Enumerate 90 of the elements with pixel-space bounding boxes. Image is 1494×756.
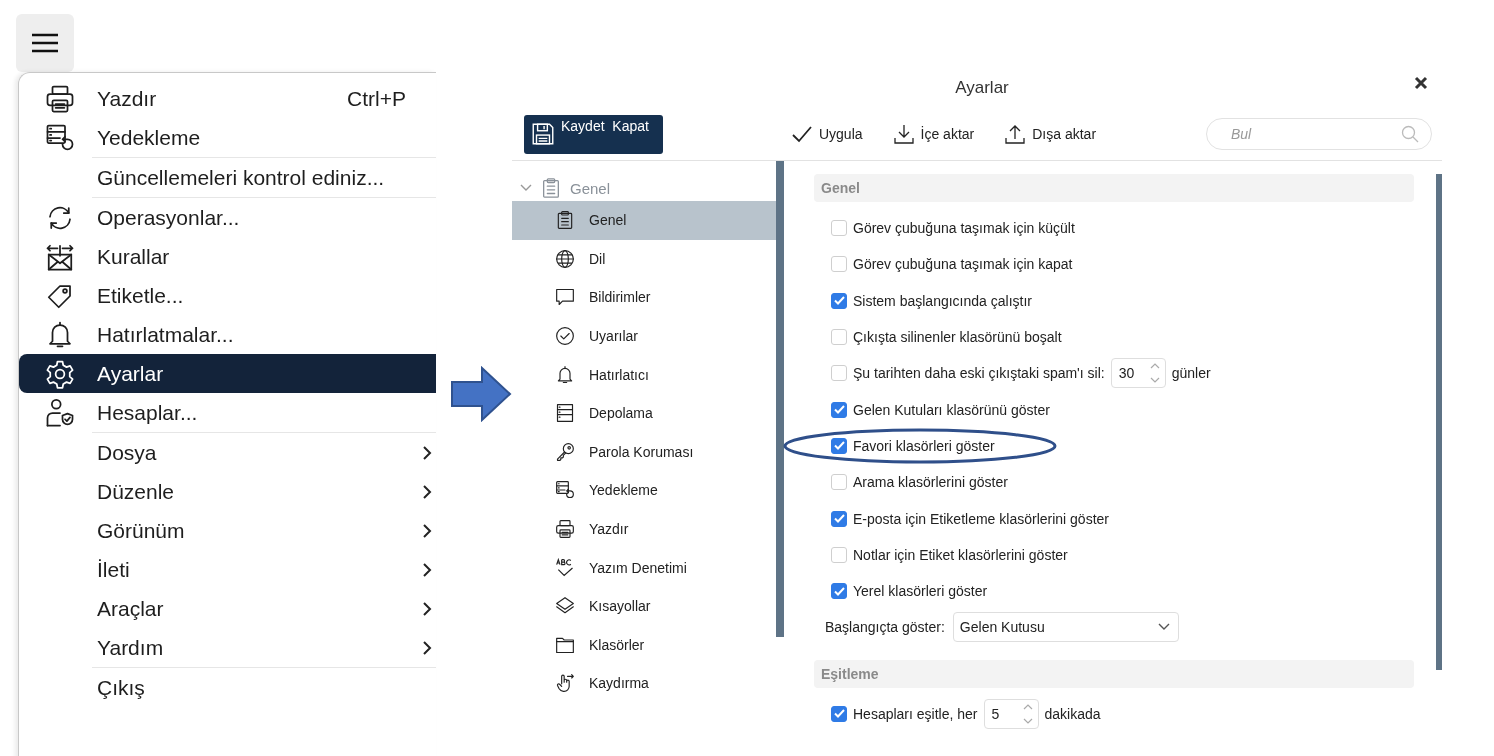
clipboard-icon xyxy=(540,177,562,199)
menu-item[interactable]: Yardım xyxy=(19,628,436,667)
option-label: Favori klasörleri göster xyxy=(853,437,995,454)
speech-bubble-icon xyxy=(555,287,575,308)
menu-item[interactable]: Görünüm xyxy=(19,511,436,550)
checkbox[interactable] xyxy=(831,705,847,722)
tree-item[interactable]: Depolama xyxy=(512,393,776,433)
tree-item[interactable]: Bildirimler xyxy=(512,278,776,317)
tree-item[interactable]: Dil xyxy=(512,239,776,279)
settings-icon xyxy=(45,358,75,389)
option-label: E-posta için Etiketleme klasörlerini göster xyxy=(853,510,1109,527)
save-close-button[interactable]: Kaydet Kapat xyxy=(524,114,663,154)
menu-item[interactable]: Dosya xyxy=(19,433,436,472)
tree-item[interactable]: Kaydırma xyxy=(512,664,776,703)
option-label: Çıkışta silinenler klasörünü boşalt xyxy=(853,329,1062,346)
option-label: Notlar için Etiket klasörlerini göster xyxy=(853,546,1068,563)
menu-item[interactable]: Güncellemeleri kontrol ediniz... xyxy=(19,158,436,197)
upload-icon xyxy=(1004,123,1027,145)
tree-item[interactable]: Parola Koruması xyxy=(512,432,776,472)
tree-item[interactable]: Klasörler xyxy=(512,625,776,665)
chevron-down-icon[interactable] xyxy=(520,184,532,192)
toolbar-button[interactable]: Dışa aktar xyxy=(1004,123,1097,145)
shortcut-label: Ctrl+P xyxy=(347,86,406,111)
dropdown[interactable]: Gelen Kutusu xyxy=(952,612,1179,643)
printer-icon xyxy=(45,83,75,114)
user-shield-icon xyxy=(45,397,75,428)
tree-item[interactable]: Genel xyxy=(512,201,776,240)
tree-item[interactable]: Yazım Denetimi xyxy=(512,548,776,587)
option-label: Şu tarihten daha eski çıkıştaki spam'ı sil: xyxy=(853,365,1105,382)
dialog-title: Ayarlar xyxy=(954,78,1009,98)
menu-item[interactable]: Düzenle xyxy=(19,472,436,511)
option-label: Arama klasörlerini göster xyxy=(853,474,1008,491)
clipboard-icon xyxy=(555,210,575,231)
option-label: Sistem başlangıcında çalıştır xyxy=(853,292,1032,309)
option-label: Görev çubuğuna taşımak için küçült xyxy=(853,220,1075,237)
search-icon xyxy=(1401,125,1419,143)
menu-item[interactable]: Kurallar xyxy=(19,237,436,276)
menu-item[interactable]: Operasyonlar... xyxy=(19,198,436,237)
menu-item[interactable]: Ayarlar xyxy=(19,354,436,393)
section-header: Genel xyxy=(814,174,1414,202)
option-label: Gelen Kutuları klasörünü göster xyxy=(853,401,1050,418)
chevron-down-icon xyxy=(1157,623,1170,632)
list-undo-icon xyxy=(555,480,575,501)
checkmark-icon xyxy=(790,124,813,144)
globe-icon xyxy=(555,248,575,269)
hand-pointer-icon xyxy=(555,673,575,694)
tree-item[interactable]: Kısayollar xyxy=(512,586,776,626)
tree-item[interactable]: Yedekleme xyxy=(512,471,776,510)
menu-item[interactable]: Hesaplar... xyxy=(19,393,436,432)
search-input[interactable]: Bul xyxy=(1229,125,1401,143)
tree-group-label: Genel xyxy=(570,179,611,197)
scrollbar[interactable] xyxy=(1436,174,1442,670)
option-label: Hesapları eşitle, her xyxy=(853,705,978,722)
list-undo-icon xyxy=(45,122,75,153)
menu-item[interactable]: Araçlar xyxy=(19,589,436,628)
spellcheck-icon xyxy=(555,557,575,578)
checkbox[interactable] xyxy=(831,292,847,309)
right-arrow-drawing xyxy=(450,366,512,422)
menu-item[interactable]: Yedekleme xyxy=(19,118,436,157)
tree-item[interactable]: Uyarılar xyxy=(512,316,776,356)
menu-item[interactable]: Etiketle... xyxy=(19,276,436,315)
unit-label: dakikada xyxy=(1044,705,1101,722)
check-circle-icon xyxy=(555,326,575,347)
checkbox[interactable] xyxy=(831,583,847,600)
menu-item[interactable]: Yazdır Ctrl+P xyxy=(19,79,436,118)
menu-item[interactable]: Çıkış xyxy=(19,668,436,707)
number-spinner[interactable]: 5 xyxy=(983,698,1039,729)
number-spinner[interactable]: 30 xyxy=(1110,358,1166,389)
tree-item[interactable]: Hatırlatıcı xyxy=(512,355,776,394)
checkbox[interactable] xyxy=(831,437,847,454)
scrollbar[interactable] xyxy=(776,161,784,637)
menu-item[interactable]: İleti xyxy=(19,550,436,589)
option-label: Yerel klasörleri göster xyxy=(853,583,988,600)
toolbar-button[interactable]: Uygula xyxy=(790,123,863,145)
option-label: Başlangıçta göster: xyxy=(825,619,945,636)
menu-button[interactable] xyxy=(16,14,74,72)
menu-icon xyxy=(32,33,58,53)
section-header: Eşitleme xyxy=(814,659,1414,688)
bell-icon xyxy=(555,364,575,385)
storage-icon xyxy=(555,403,575,424)
toolbar-button[interactable]: İçe aktar xyxy=(892,123,975,145)
option-label: Görev çubuğuna taşımak için kapat xyxy=(853,256,1073,273)
key-icon xyxy=(555,441,575,462)
unit-label: günler xyxy=(1171,365,1211,382)
checkbox[interactable] xyxy=(831,510,847,527)
menu-item[interactable]: Hatırlatmalar... xyxy=(19,315,436,354)
download-icon xyxy=(892,123,915,145)
tree-item[interactable]: Yazdır xyxy=(512,509,776,549)
checkbox[interactable] xyxy=(831,401,847,418)
printer-icon xyxy=(555,519,575,540)
